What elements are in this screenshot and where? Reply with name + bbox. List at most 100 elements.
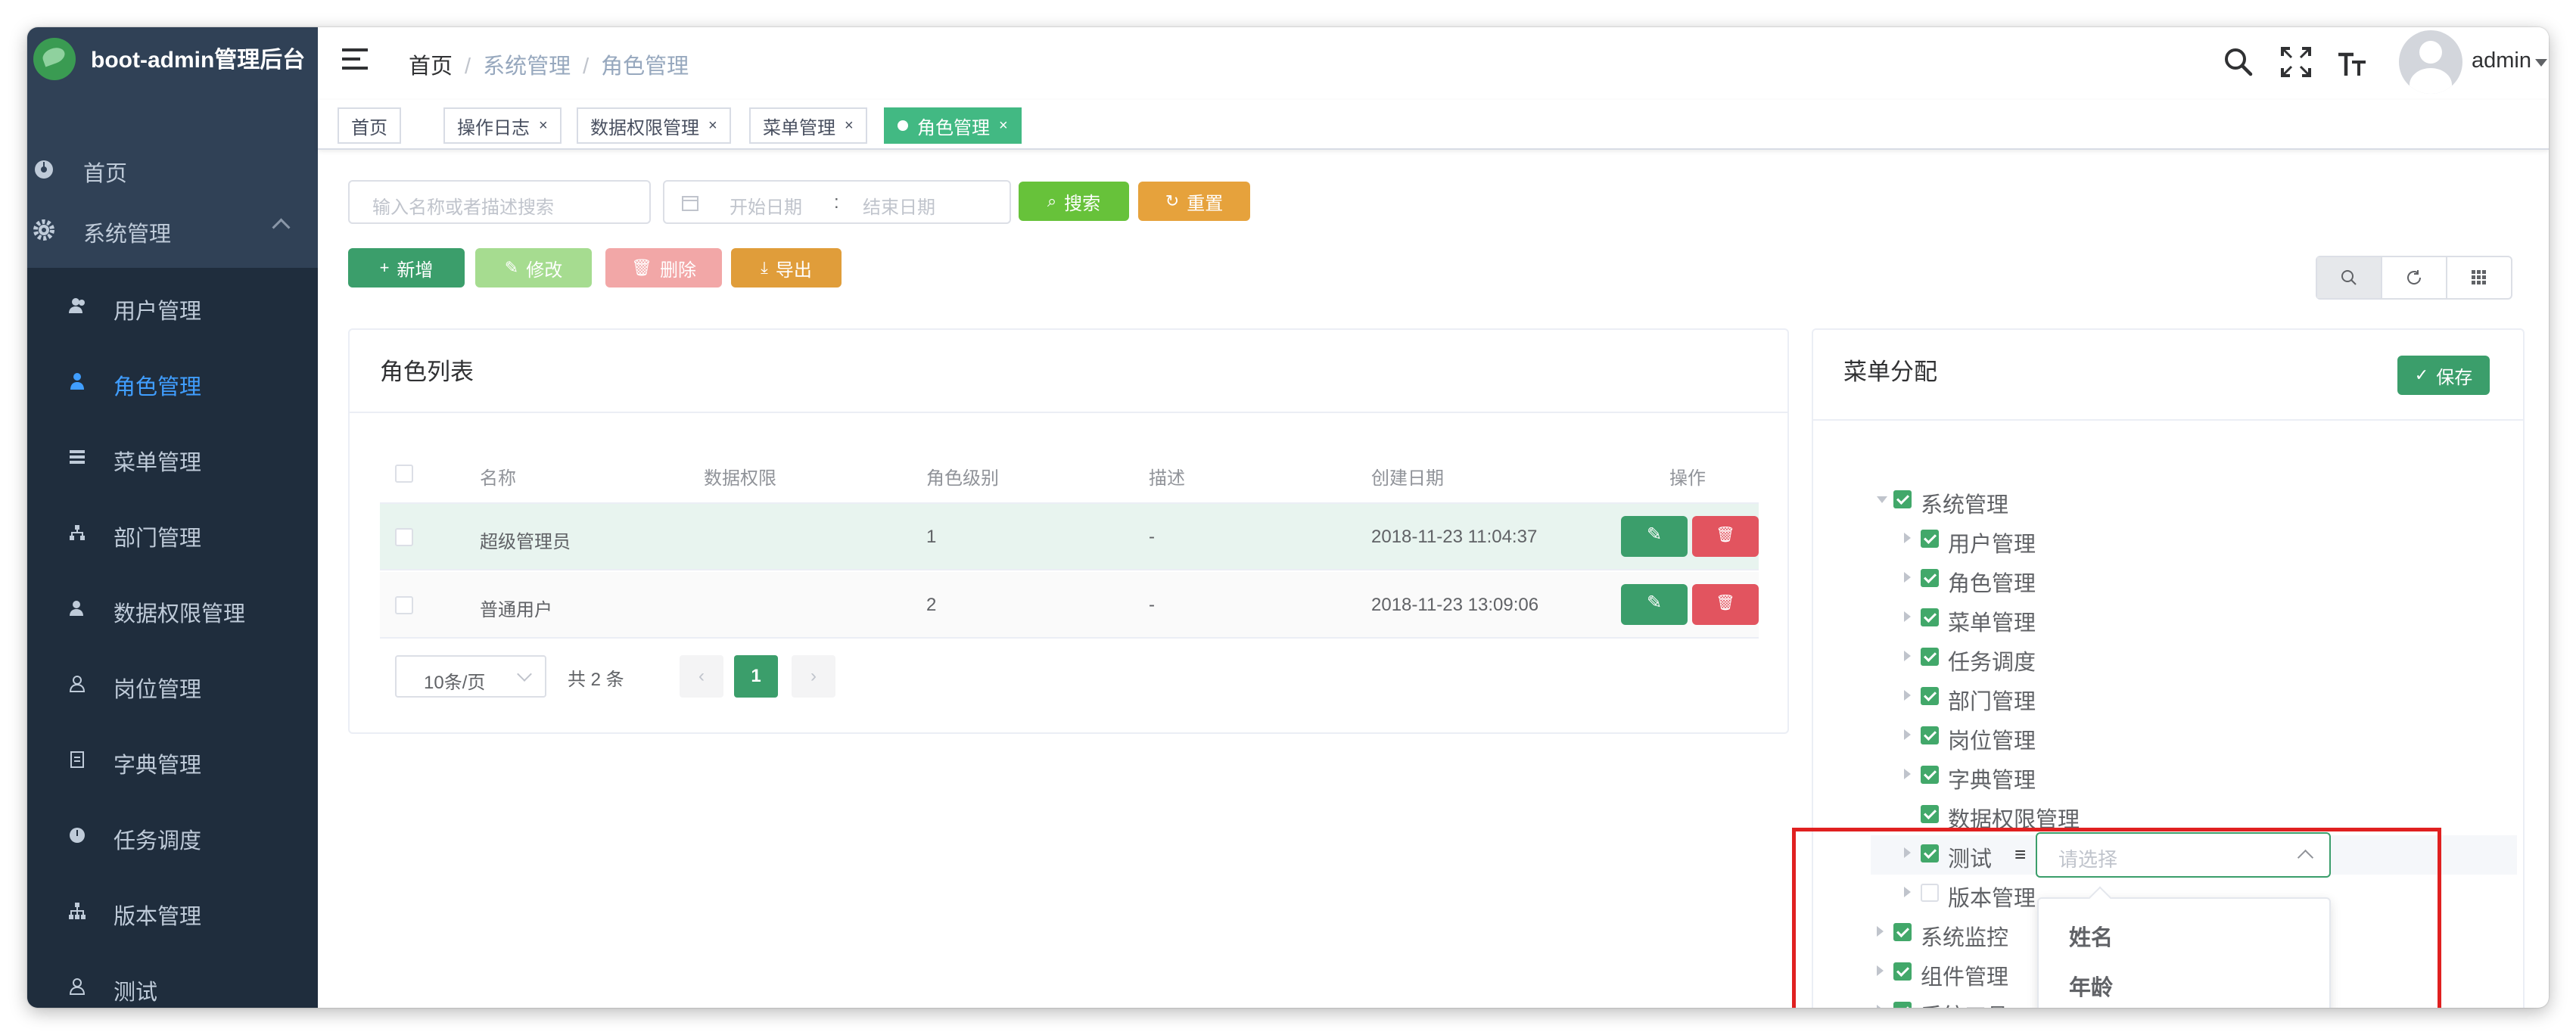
tree-node[interactable]: 系统管理 bbox=[1862, 480, 2543, 519]
sidebar-item-label: 用户管理 bbox=[114, 300, 202, 324]
tree-node-checkbox[interactable] bbox=[1921, 648, 1939, 666]
table-row[interactable]: 普通用户 2 - 2018-11-23 13:09:06 bbox=[380, 572, 1759, 639]
tree-node[interactable]: 角色管理 bbox=[1889, 558, 2549, 598]
tree-node[interactable]: 部门管理 bbox=[1889, 676, 2549, 716]
font-size-icon[interactable] bbox=[2335, 45, 2369, 79]
edit-button[interactable]: ✎ 修改 bbox=[475, 248, 592, 288]
search-icon: ⌕ bbox=[1047, 191, 1057, 210]
sidebar-item-versions[interactable]: 版本管理 bbox=[27, 873, 318, 949]
save-button[interactable]: ✓ 保存 bbox=[2397, 356, 2490, 395]
refresh-button[interactable] bbox=[2382, 257, 2447, 298]
date-range-picker[interactable]: 开始日期 : 结束日期 bbox=[663, 180, 1011, 224]
start-date-placeholder: 开始日期 bbox=[730, 197, 802, 218]
row-checkbox[interactable] bbox=[395, 528, 413, 546]
sidebar-item-posts[interactable]: 岗位管理 bbox=[27, 646, 318, 722]
avatar[interactable] bbox=[2399, 30, 2462, 94]
sidebar-item-departments[interactable]: 部门管理 bbox=[27, 495, 318, 570]
tree-node-checkbox[interactable] bbox=[1893, 490, 1912, 508]
caret-right-icon[interactable] bbox=[1904, 611, 1911, 622]
role-desc: - bbox=[1149, 527, 1155, 547]
add-button[interactable]: + 新增 bbox=[348, 248, 465, 288]
tag-data-permissions[interactable]: 数据权限管理 × bbox=[577, 107, 731, 144]
grid-icon bbox=[2472, 270, 2486, 284]
caret-right-icon[interactable] bbox=[1904, 729, 1911, 740]
caret-down-icon[interactable] bbox=[1877, 496, 1887, 503]
download-icon: ⤓ bbox=[761, 258, 768, 277]
task-icon bbox=[70, 828, 85, 843]
button-label: 导出 bbox=[775, 260, 812, 281]
caret-right-icon[interactable] bbox=[1904, 690, 1911, 701]
toggle-search-button[interactable] bbox=[2317, 257, 2382, 298]
date-separator: : bbox=[834, 192, 839, 213]
search-button[interactable]: ⌕ 搜索 bbox=[1019, 182, 1129, 221]
caret-right-icon[interactable] bbox=[1904, 572, 1911, 583]
tag-roles[interactable]: 角色管理 × bbox=[884, 107, 1022, 144]
tree-node[interactable]: 岗位管理 bbox=[1889, 716, 2549, 755]
reset-button[interactable]: ↻ 重置 bbox=[1138, 182, 1250, 221]
tag-operation-log[interactable]: 操作日志 × bbox=[443, 107, 562, 144]
tree-node-checkbox[interactable] bbox=[1921, 805, 1939, 823]
tree-node-label: 岗位管理 bbox=[1948, 729, 2036, 754]
prev-page-button[interactable]: ‹ bbox=[680, 655, 723, 698]
active-dot-icon bbox=[898, 120, 908, 131]
tree-node-checkbox[interactable] bbox=[1921, 726, 1939, 744]
tree-node-checkbox[interactable] bbox=[1921, 687, 1939, 705]
sidebar-item-data-permissions[interactable]: 数据权限管理 bbox=[27, 570, 318, 646]
plus-icon: + bbox=[379, 258, 390, 277]
refresh-icon: ↻ bbox=[1165, 191, 1180, 210]
close-icon[interactable]: × bbox=[708, 117, 717, 135]
tree-node-checkbox[interactable] bbox=[1921, 569, 1939, 587]
caret-down-icon[interactable] bbox=[2535, 59, 2547, 67]
fullscreen-icon[interactable] bbox=[2279, 45, 2313, 79]
sidebar-item-users[interactable]: 用户管理 bbox=[27, 268, 318, 343]
row-edit-button[interactable] bbox=[1621, 584, 1688, 625]
column-header: 名称 bbox=[480, 468, 516, 489]
breadcrumb-item[interactable]: 系统管理 bbox=[483, 54, 571, 79]
dept-icon bbox=[70, 525, 85, 540]
tree-node[interactable]: 字典管理 bbox=[1889, 755, 2549, 794]
sidebar-item-tasks[interactable]: 任务调度 bbox=[27, 797, 318, 873]
page-number-button[interactable]: 1 bbox=[734, 655, 778, 698]
sidebar-item-menus[interactable]: 菜单管理 bbox=[27, 419, 318, 495]
tag-home[interactable]: 首页 bbox=[338, 107, 401, 144]
table-row[interactable]: 超级管理员 1 - 2018-11-23 11:04:37 bbox=[380, 504, 1759, 570]
search-icon[interactable] bbox=[2222, 45, 2255, 79]
columns-button[interactable] bbox=[2447, 257, 2511, 298]
tree-node[interactable]: 任务调度 bbox=[1889, 637, 2549, 676]
close-icon[interactable]: × bbox=[539, 117, 548, 135]
search-input[interactable]: 输入名称或者描述搜索 bbox=[348, 180, 651, 224]
row-checkbox[interactable] bbox=[395, 596, 413, 614]
tree-node[interactable]: 菜单管理 bbox=[1889, 598, 2549, 637]
row-delete-button[interactable] bbox=[1692, 516, 1759, 557]
sidebar-item-test[interactable]: 测试 bbox=[27, 949, 318, 1008]
caret-right-icon[interactable] bbox=[1904, 769, 1911, 779]
logo[interactable]: boot-admin管理后台 bbox=[27, 27, 318, 117]
close-icon[interactable]: × bbox=[999, 117, 1008, 135]
delete-button[interactable]: 🗑 删除 bbox=[605, 248, 722, 288]
sidebar-item-roles[interactable]: 角色管理 bbox=[27, 343, 318, 419]
close-icon[interactable]: × bbox=[845, 117, 854, 135]
row-delete-button[interactable] bbox=[1692, 584, 1759, 625]
username[interactable]: admin bbox=[2472, 48, 2531, 73]
breadcrumb-item[interactable]: 首页 bbox=[409, 54, 453, 79]
sidebar-item-label: 字典管理 bbox=[114, 754, 202, 778]
sidebar-group-system[interactable]: 系统管理 bbox=[27, 192, 318, 268]
button-label: 搜索 bbox=[1064, 193, 1101, 214]
role-desc: - bbox=[1149, 595, 1155, 615]
export-button[interactable]: ⤓ 导出 bbox=[731, 248, 842, 288]
caret-right-icon[interactable] bbox=[1904, 533, 1911, 543]
next-page-button[interactable]: › bbox=[792, 655, 835, 698]
page-size-select[interactable]: 10条/页 bbox=[395, 655, 546, 698]
tree-node-checkbox[interactable] bbox=[1921, 530, 1939, 548]
tree-node-checkbox[interactable] bbox=[1921, 766, 1939, 784]
hamburger-icon[interactable] bbox=[342, 48, 371, 74]
sidebar-item-dictionary[interactable]: 字典管理 bbox=[27, 722, 318, 797]
caret-right-icon[interactable] bbox=[1904, 651, 1911, 661]
tree-node-checkbox[interactable] bbox=[1921, 608, 1939, 626]
app-window: boot-admin管理后台 首页 系统管理 用户管理 角色管理 菜单管理 部门… bbox=[27, 27, 2549, 1008]
tag-menus[interactable]: 菜单管理 × bbox=[749, 107, 867, 144]
tree-node-label: 角色管理 bbox=[1948, 572, 2036, 596]
select-all-checkbox[interactable] bbox=[395, 465, 413, 483]
row-edit-button[interactable] bbox=[1621, 516, 1688, 557]
tree-node[interactable]: 用户管理 bbox=[1889, 519, 2549, 558]
